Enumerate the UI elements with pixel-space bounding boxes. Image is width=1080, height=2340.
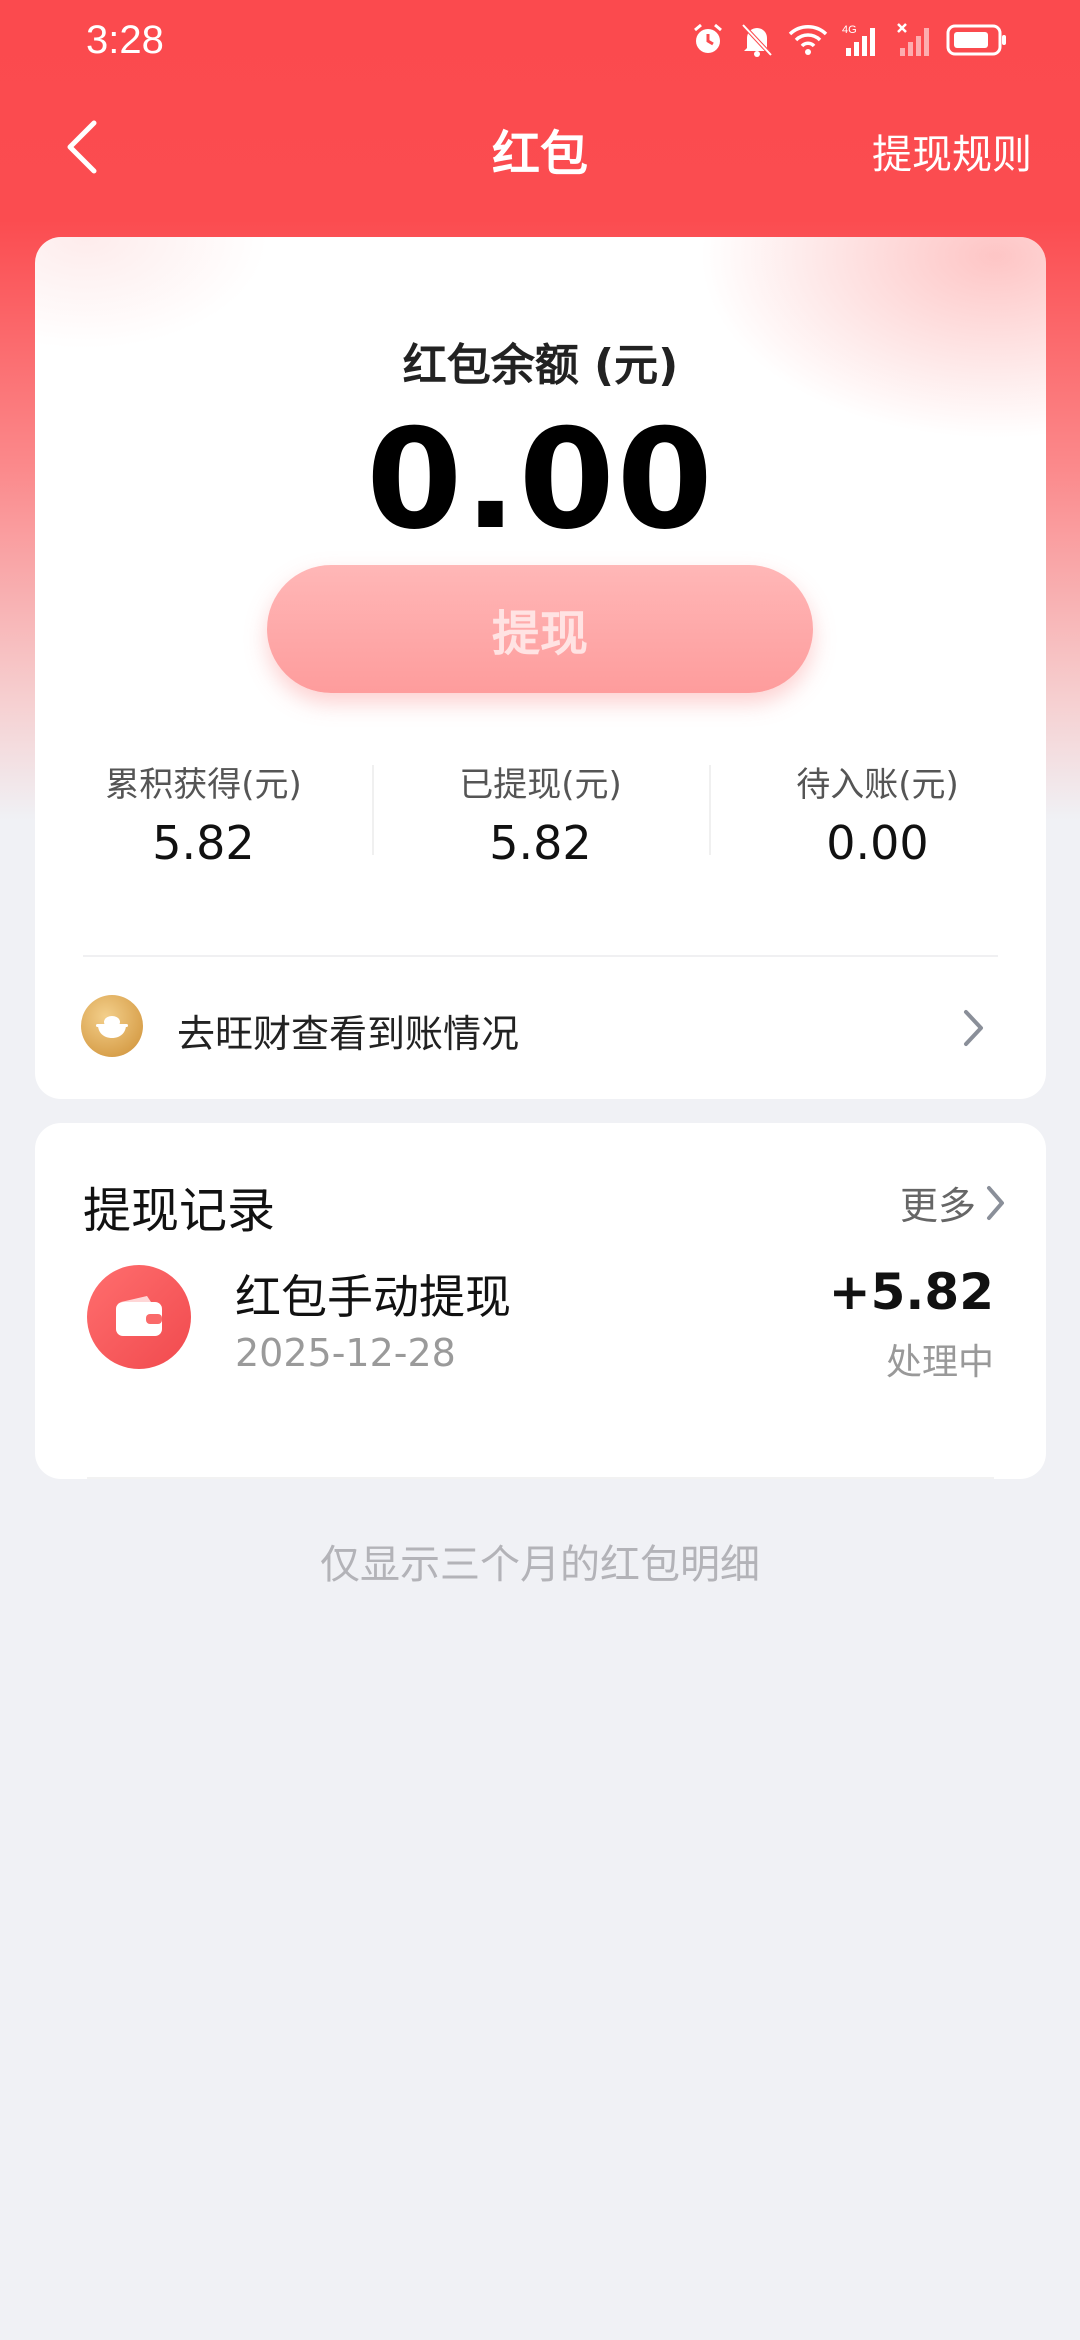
record-amount: +5.82 <box>828 1263 994 1321</box>
divider <box>87 1477 994 1479</box>
record-date: 2025-12-28 <box>235 1331 456 1375</box>
stat-value: 5.82 <box>489 816 592 870</box>
status-bar: 3:28 4G <box>0 0 1080 82</box>
records-more-link[interactable]: 更多 <box>900 1175 1006 1230</box>
signal-4g-icon: 4G <box>842 22 882 58</box>
network-label: 4G <box>842 24 857 36</box>
stat-label: 已提现(元) <box>459 765 622 805</box>
status-icons: 4G <box>690 20 1008 60</box>
wallet-icon <box>87 1265 191 1369</box>
wangcai-link-row[interactable]: 去旺财查看到账情况 <box>35 959 1046 1099</box>
withdraw-button[interactable]: 提现 <box>267 565 813 693</box>
footer-note: 仅显示三个月的红包明细 <box>320 1542 760 1588</box>
wangcai-text: 去旺财查看到账情况 <box>177 1012 520 1056</box>
more-label: 更多 <box>899 1184 976 1228</box>
stat-value: 5.82 <box>152 816 255 870</box>
signal-x-icon <box>896 22 932 58</box>
balance-value: 0.00 <box>366 399 715 560</box>
status-time: 3:28 <box>86 18 164 62</box>
stat-total-earned: 累积获得(元) 5.82 <box>35 757 372 870</box>
balance-label: 红包余额 (元) <box>402 340 679 391</box>
stats-row: 累积获得(元) 5.82 已提现(元) 5.82 待入账(元) 0.00 <box>35 757 1046 870</box>
stat-pending: 待入账(元) 0.00 <box>709 757 1046 870</box>
withdraw-records-card: 提现记录 更多 红包手动提现 2025-12-28 +5.82 处理中 <box>35 1123 1046 1479</box>
divider <box>83 955 998 957</box>
stat-value: 0.00 <box>826 816 929 870</box>
record-status: 处理中 <box>885 1342 994 1383</box>
chevron-right-icon <box>954 1003 994 1053</box>
stat-label: 累积获得(元) <box>105 765 302 805</box>
stat-withdrawn: 已提现(元) 5.82 <box>372 757 709 870</box>
stat-label: 待入账(元) <box>796 765 959 805</box>
withdraw-rules-link[interactable]: 提现规则 <box>872 122 1032 180</box>
alarm-icon <box>690 22 726 58</box>
records-title: 提现记录 <box>83 1183 276 1239</box>
record-title: 红包手动提现 <box>235 1270 511 1324</box>
page: 3:28 4G 红包 提现规则 红包余额 (元) 0.00 提现 累积获得(元)… <box>0 0 1080 2340</box>
gold-ingot-icon <box>81 995 143 1057</box>
wifi-icon <box>788 24 828 56</box>
balance-card: 红包余额 (元) 0.00 提现 累积获得(元) 5.82 已提现(元) 5.8… <box>35 237 1046 1099</box>
chevron-right-icon <box>987 1185 1004 1220</box>
battery-icon <box>946 23 1008 57</box>
bell-mute-icon <box>740 22 774 58</box>
